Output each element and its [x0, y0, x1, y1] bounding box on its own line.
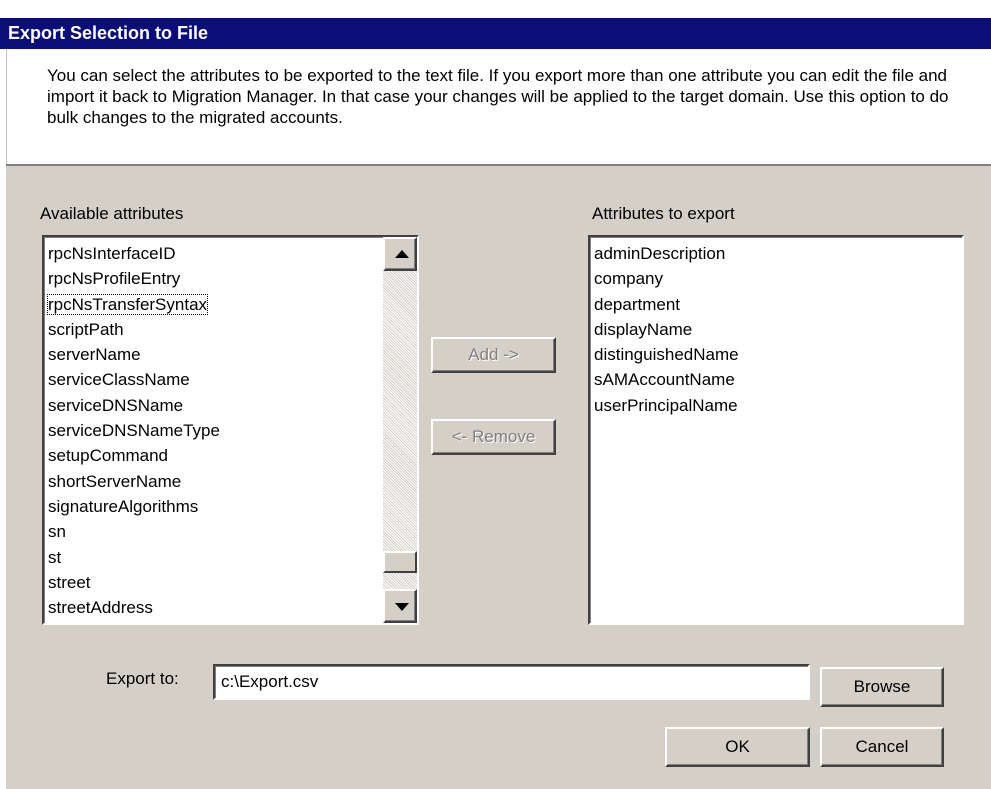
attributes-to-export-label: Attributes to export: [592, 204, 735, 223]
available-attribute-item[interactable]: shortServerName: [48, 469, 417, 494]
export-attribute-item[interactable]: company: [594, 266, 962, 291]
window-title: Export Selection to File: [8, 23, 209, 43]
available-attribute-item[interactable]: serviceDNSName: [48, 393, 417, 418]
export-attribute-item[interactable]: userPrincipalName: [594, 393, 962, 418]
intro-text: You can select the attributes to be expo…: [47, 66, 949, 127]
export-attribute-item[interactable]: sAMAccountName: [594, 367, 962, 392]
scroll-down-arrow-icon: [395, 603, 409, 611]
available-attribute-item-label: rpcNsInterfaceID: [48, 244, 176, 263]
available-attribute-item[interactable]: signatureAlgorithms: [48, 494, 417, 519]
export-attribute-item-label: company: [594, 269, 663, 289]
available-attribute-item[interactable]: st: [48, 545, 417, 570]
export-to-label: Export to:: [106, 669, 179, 688]
intro-panel: You can select the attributes to be expo…: [6, 49, 991, 164]
add-button[interactable]: Add ->: [431, 337, 556, 373]
scroll-up-arrow-icon: [395, 250, 409, 258]
available-attribute-item-label: st: [48, 547, 62, 567]
export-attribute-item-label: sAMAccountName: [594, 370, 735, 390]
available-attribute-item[interactable]: streetAddress: [48, 595, 417, 620]
window-top-edge: [0, 0, 991, 18]
available-attribute-item-label: scriptPath: [48, 319, 124, 339]
export-attribute-item[interactable]: department: [594, 292, 962, 317]
export-attribute-item-label: displayName: [594, 319, 693, 339]
scroll-down-button[interactable]: [383, 589, 417, 623]
available-attribute-item[interactable]: scriptPath: [48, 317, 417, 342]
available-attribute-item[interactable]: serviceClassName: [48, 367, 417, 392]
available-attribute-item-label: street: [48, 572, 91, 592]
export-path-input[interactable]: c:\Export.csv: [213, 664, 810, 700]
browse-button[interactable]: Browse: [820, 667, 944, 707]
export-attribute-item-label: distinguishedName: [594, 345, 739, 365]
attributes-to-export-list[interactable]: adminDescription company department display…: [588, 235, 964, 625]
available-attributes-items: rpcNsInterfaceID rpcNsProfileEntry rpcNsTr…: [46, 241, 417, 620]
available-attribute-item-label: serverName: [48, 345, 141, 365]
available-attribute-item-label: streetAddress: [48, 598, 153, 618]
available-attributes-list[interactable]: rpcNsInterfaceID rpcNsProfileEntry rpcNsTr…: [42, 235, 419, 625]
available-attribute-item[interactable]: rpcNsTransferSyntax: [46, 292, 417, 317]
available-attribute-item-label: sn: [48, 522, 66, 542]
export-attribute-item-label: userPrincipalName: [594, 395, 738, 415]
scroll-thumb[interactable]: [383, 551, 417, 573]
available-attribute-item[interactable]: serverName: [48, 342, 417, 367]
available-attribute-item-label: rpcNsTransferSyntax: [46, 293, 209, 315]
available-attribute-item[interactable]: rpcNsProfileEntry: [48, 266, 417, 291]
ok-button[interactable]: OK: [665, 727, 810, 767]
available-attributes-label: Available attributes: [40, 204, 184, 223]
remove-button[interactable]: <- Remove: [431, 419, 556, 455]
cancel-button[interactable]: Cancel: [820, 727, 944, 767]
scroll-up-button[interactable]: [383, 237, 417, 271]
available-attribute-item-label: signatureAlgorithms: [48, 496, 199, 516]
available-attribute-item-label: serviceDNSNameType: [48, 421, 220, 441]
available-attribute-item-label: rpcNsProfileEntry: [48, 269, 181, 289]
attributes-to-export-items: adminDescription company department display…: [594, 241, 962, 418]
export-attribute-item-label: department: [594, 294, 680, 314]
available-attribute-item[interactable]: setupCommand: [48, 443, 417, 468]
available-attributes-scrollbar[interactable]: [383, 237, 417, 623]
available-attribute-item-label: serviceClassName: [48, 370, 190, 390]
available-attribute-item[interactable]: street: [48, 570, 417, 595]
available-attribute-item-label: shortServerName: [48, 471, 182, 491]
available-attribute-item-label: setupCommand: [48, 446, 169, 466]
export-attribute-item[interactable]: displayName: [594, 317, 962, 342]
available-attribute-item[interactable]: serviceDNSNameType: [48, 418, 417, 443]
available-attribute-item[interactable]: rpcNsInterfaceID: [48, 241, 417, 266]
export-attribute-item[interactable]: adminDescription: [594, 241, 962, 266]
dialog-body: Available attributes rpcNsInterfaceID rpc…: [6, 164, 991, 789]
export-attribute-item-label: adminDescription: [594, 244, 726, 263]
available-attribute-item-label: serviceDNSName: [48, 395, 184, 415]
available-attribute-item[interactable]: sn: [48, 519, 417, 544]
title-bar[interactable]: Export Selection to File: [0, 18, 991, 49]
export-attribute-item[interactable]: distinguishedName: [594, 342, 962, 367]
